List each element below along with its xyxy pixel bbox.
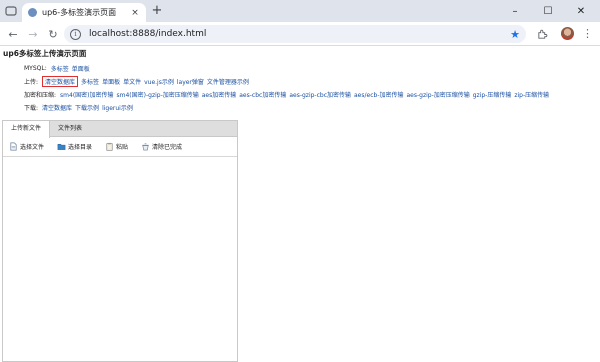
tab-close-icon[interactable]: × xyxy=(130,8,140,18)
select-file-label: 选择文件 xyxy=(20,144,45,151)
bookmark-star-icon[interactable]: ★ xyxy=(510,28,520,41)
uploader-panel: 上传新文件 文件列表 选择文件 选择目录 粘贴 清除已完成 xyxy=(2,120,238,362)
select-folder-button[interactable]: 选择目录 xyxy=(57,142,92,151)
paste-label: 粘贴 xyxy=(116,144,129,151)
upload-label: 上传: xyxy=(24,79,39,86)
upload-link-single-file[interactable]: 单文件 xyxy=(123,77,141,86)
back-button[interactable]: ← xyxy=(5,26,21,42)
tab-title: up6-多标签演示页面 xyxy=(42,8,117,17)
select-folder-label: 选择目录 xyxy=(68,144,93,151)
clear-database-link[interactable]: 清空数据库 xyxy=(42,76,79,87)
folder-icon xyxy=(57,143,66,150)
encrypt-link-aes[interactable]: aes加密传输 xyxy=(202,90,237,99)
uploader-tabs: 上传新文件 文件列表 xyxy=(3,121,237,138)
upload-link-single-panel[interactable]: 单面板 xyxy=(102,77,120,86)
encrypt-link-aes-cbc[interactable]: aes-cbc加密传输 xyxy=(239,90,286,99)
encrypt-label: 加密和压缩: xyxy=(24,92,57,99)
clear-icon xyxy=(142,143,149,151)
upload-link-file-manager[interactable]: 文件管理器示例 xyxy=(207,77,249,86)
upload-row: 上传: 清空数据库 多标签 单面板 单文件 vue.js示例 layer弹窗 文… xyxy=(24,76,252,87)
tab-file-list[interactable]: 文件列表 xyxy=(50,121,90,137)
encrypt-link-sm4[interactable]: sm4(国密)加密传输 xyxy=(60,90,113,99)
tab-upload-new[interactable]: 上传新文件 xyxy=(3,121,51,138)
new-tab-button[interactable]: + xyxy=(150,4,164,18)
encrypt-link-gzip[interactable]: gzip-压缩传输 xyxy=(473,90,512,99)
minimize-button[interactable]: – xyxy=(500,2,530,20)
download-link-ligerui[interactable]: ligerui示例 xyxy=(102,103,133,112)
mysql-link-single-panel[interactable]: 单面板 xyxy=(72,64,90,73)
download-row: 下载: 清空数据库 下载示例 ligerui示例 xyxy=(24,103,136,112)
browser-tab-strip: up6-多标签演示页面 × + – ☐ ✕ xyxy=(0,0,600,22)
browser-menu-icon[interactable]: ⋮ xyxy=(582,26,593,42)
encrypt-link-sm4-gzip[interactable]: sm4(国密)-gzip-加密压缩传输 xyxy=(117,90,199,99)
uploader-toolbar: 选择文件 选择目录 粘贴 清除已完成 xyxy=(3,137,237,157)
clear-done-button[interactable]: 清除已完成 xyxy=(141,142,182,151)
encrypt-link-aes-gzip[interactable]: aes-gzip-加密压缩传输 xyxy=(406,90,469,99)
page-content: up6多标签上传演示页面 MYSQL: 多标签 单面板 上传: 清空数据库 多标… xyxy=(0,47,600,362)
mysql-row: MYSQL: 多标签 单面板 xyxy=(24,64,93,73)
page-title: up6多标签上传演示页面 xyxy=(3,49,87,58)
close-window-button[interactable]: ✕ xyxy=(566,2,596,20)
encrypt-row: 加密和压缩: sm4(国密)加密传输 sm4(国密)-gzip-加密压缩传输 a… xyxy=(24,90,552,99)
encrypt-link-zip[interactable]: zip-压缩传输 xyxy=(514,90,549,99)
encrypt-link-aes-gzip-cbc[interactable]: aes-gzip-cbc加密传输 xyxy=(289,90,351,99)
browser-toolbar: ← → ↻ i localhost:8888/index.html ★ ⋮ xyxy=(0,22,600,46)
browser-tab[interactable]: up6-多标签演示页面 × xyxy=(22,3,146,22)
clear-done-label: 清除已完成 xyxy=(152,144,183,151)
address-bar[interactable]: i localhost:8888/index.html ★ xyxy=(64,25,526,43)
favicon-icon xyxy=(28,8,37,17)
upload-link-multitab[interactable]: 多标签 xyxy=(81,77,99,86)
panel-divider xyxy=(237,120,238,362)
download-link-demo[interactable]: 下载示例 xyxy=(75,103,99,112)
profile-avatar[interactable] xyxy=(561,27,574,40)
forward-button[interactable]: → xyxy=(25,26,41,42)
site-info-icon[interactable]: i xyxy=(70,28,81,40)
reload-button[interactable]: ↻ xyxy=(45,26,61,42)
upload-link-vue[interactable]: vue.js示例 xyxy=(144,77,174,86)
paste-button[interactable]: 粘贴 xyxy=(105,142,128,151)
mysql-link-multitab[interactable]: 多标签 xyxy=(51,64,69,73)
download-label: 下载: xyxy=(24,105,39,112)
mysql-label: MYSQL: xyxy=(24,65,47,72)
file-icon xyxy=(10,142,17,151)
encrypt-link-aes-ecb[interactable]: aes/ecb-加密传输 xyxy=(354,90,403,99)
clipboard-icon xyxy=(106,142,113,151)
url-text: localhost:8888/index.html xyxy=(89,29,207,39)
download-link-clear-db[interactable]: 清空数据库 xyxy=(42,103,72,112)
maximize-button[interactable]: ☐ xyxy=(533,2,563,20)
upload-file-list xyxy=(3,158,237,361)
select-file-button[interactable]: 选择文件 xyxy=(9,142,44,151)
upload-link-layer[interactable]: layer弹窗 xyxy=(177,77,204,86)
tab-search-icon[interactable] xyxy=(4,4,18,18)
extensions-icon[interactable] xyxy=(534,26,550,42)
